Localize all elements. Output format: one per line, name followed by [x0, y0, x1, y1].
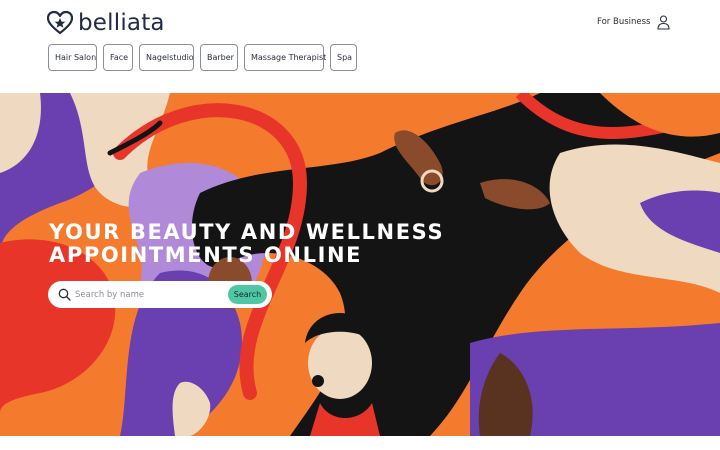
search-icon [58, 288, 71, 301]
category-spa[interactable]: Spa [330, 44, 357, 71]
category-hair-salon[interactable]: Hair Salon [48, 44, 97, 71]
search-input[interactable] [75, 287, 225, 302]
hero-headline: YOUR BEAUTY AND WELLNESS APPOINTMENTS ON… [49, 221, 444, 267]
for-business-link[interactable]: For Business [597, 17, 650, 27]
user-icon[interactable] [657, 15, 670, 30]
brand-logo[interactable]: belliata [47, 10, 165, 36]
heart-star-logo-icon [47, 10, 73, 35]
category-nagelstudio[interactable]: Nagelstudio [139, 44, 194, 71]
category-massage-therapist[interactable]: Massage Therapist [244, 44, 326, 71]
page-bottom-strip [0, 436, 720, 450]
search-button[interactable]: Search [228, 285, 267, 304]
category-face[interactable]: Face [103, 44, 133, 71]
site-header: belliata For Business Hair Salon Face Na… [0, 0, 720, 93]
hero-headline-line2: APPOINTMENTS ONLINE [49, 243, 363, 267]
search-bar: Search [48, 281, 272, 308]
hero-banner: YOUR BEAUTY AND WELLNESS APPOINTMENTS ON… [0, 93, 720, 436]
brand-name: belliata [78, 10, 165, 36]
category-barber[interactable]: Barber [200, 44, 238, 71]
hero-headline-line1: YOUR BEAUTY AND WELLNESS [49, 220, 445, 244]
category-nav: Hair Salon Face Nagelstudio Barber Massa… [48, 44, 357, 71]
